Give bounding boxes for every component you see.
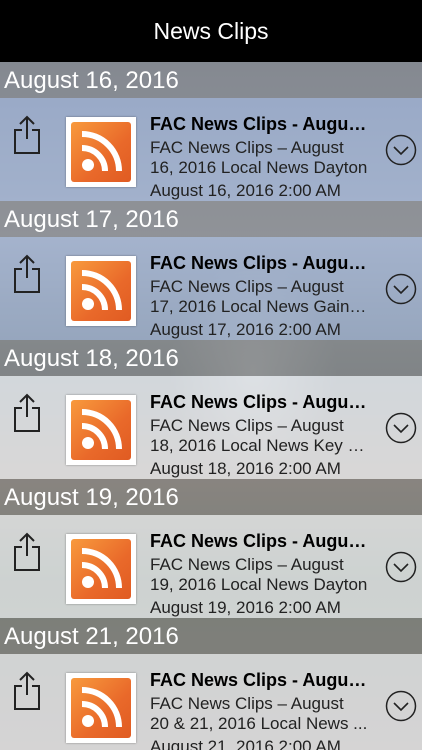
news-clip-item[interactable]: FAC News Clips - August 19, 2016 FAC New… bbox=[0, 515, 422, 618]
clip-title: FAC News Clips - August 17, 2016 bbox=[150, 253, 372, 273]
clip-title: FAC News Clips - August 16, 2016 bbox=[150, 114, 372, 134]
clip-description-line: 16, 2016 Local News Dayton bbox=[150, 158, 368, 177]
news-clip-item[interactable]: FAC News Clips - August 20 & 21, 2016 FA… bbox=[0, 654, 422, 750]
clip-date: August 19, 2016 2:00 AM bbox=[150, 598, 341, 617]
clip-description: FAC News Clips – August 18, 2016 Local N… bbox=[150, 416, 372, 456]
chevron-down-circle-icon[interactable] bbox=[385, 551, 417, 583]
section-date-header: August 18, 2016 bbox=[0, 340, 422, 376]
chevron-down-circle-icon[interactable] bbox=[385, 134, 417, 166]
clip-title: FAC News Clips - August 18, 2016 bbox=[150, 392, 372, 412]
share-icon[interactable] bbox=[12, 115, 42, 155]
section-date-header: August 19, 2016 bbox=[0, 479, 422, 515]
news-clip-item[interactable]: FAC News Clips - August 17, 2016 FAC New… bbox=[0, 237, 422, 340]
clip-date: August 17, 2016 2:00 AM bbox=[150, 320, 341, 339]
clip-description-line: FAC News Clips – August bbox=[150, 277, 344, 296]
clip-description-line: FAC News Clips – August bbox=[150, 138, 344, 157]
clip-description-line: 20 & 21, 2016 Local News ... bbox=[150, 714, 368, 733]
date-section: August 16, 2016 FAC News Clips - August … bbox=[0, 62, 422, 201]
clip-description: FAC News Clips – August 17, 2016 Local N… bbox=[150, 277, 372, 317]
clip-title: FAC News Clips - August 19, 2016 bbox=[150, 531, 372, 551]
rss-feed-icon[interactable] bbox=[66, 117, 136, 187]
section-date-header: August 17, 2016 bbox=[0, 201, 422, 237]
news-clip-item[interactable]: FAC News Clips - August 16, 2016 FAC New… bbox=[0, 98, 422, 201]
clip-description: FAC News Clips – August 16, 2016 Local N… bbox=[150, 138, 372, 178]
share-icon[interactable] bbox=[12, 254, 42, 294]
section-date-header: August 21, 2016 bbox=[0, 618, 422, 654]
share-icon[interactable] bbox=[12, 671, 42, 711]
date-section: August 21, 2016 FAC News Clips - August … bbox=[0, 618, 422, 750]
clip-description-line: FAC News Clips – August bbox=[150, 694, 344, 713]
clip-description: FAC News Clips – August 20 & 21, 2016 Lo… bbox=[150, 694, 372, 734]
news-clips-list[interactable]: August 16, 2016 FAC News Clips - August … bbox=[0, 62, 422, 750]
date-section: August 17, 2016 FAC News Clips - August … bbox=[0, 201, 422, 340]
page-title: News Clips bbox=[153, 17, 269, 44]
navigation-bar: News Clips bbox=[0, 0, 422, 62]
clip-description: FAC News Clips – August 19, 2016 Local N… bbox=[150, 555, 372, 595]
clip-date: August 21, 2016 2:00 AM bbox=[150, 737, 341, 750]
date-section: August 19, 2016 FAC News Clips - August … bbox=[0, 479, 422, 618]
clip-description-line: 19, 2016 Local News Dayton bbox=[150, 575, 368, 594]
date-section: August 18, 2016 FAC News Clips - August … bbox=[0, 340, 422, 479]
chevron-down-circle-icon[interactable] bbox=[385, 690, 417, 722]
chevron-down-circle-icon[interactable] bbox=[385, 412, 417, 444]
clip-description-line: 17, 2016 Local News Gainesville bbox=[150, 297, 372, 316]
rss-feed-icon[interactable] bbox=[66, 673, 136, 743]
section-date-header: August 16, 2016 bbox=[0, 62, 422, 98]
clip-date: August 18, 2016 2:00 AM bbox=[150, 459, 341, 478]
clip-date: August 16, 2016 2:00 AM bbox=[150, 181, 341, 200]
clip-description-line: 18, 2016 Local News Key West bbox=[150, 436, 372, 455]
news-clip-item[interactable]: FAC News Clips - August 18, 2016 FAC New… bbox=[0, 376, 422, 479]
clip-description-line: FAC News Clips – August bbox=[150, 416, 344, 435]
rss-feed-icon[interactable] bbox=[66, 395, 136, 465]
share-icon[interactable] bbox=[12, 393, 42, 433]
rss-feed-icon[interactable] bbox=[66, 534, 136, 604]
clip-title: FAC News Clips - August 20 & 21, 2016 bbox=[150, 670, 372, 690]
clip-description-line: FAC News Clips – August bbox=[150, 555, 344, 574]
rss-feed-icon[interactable] bbox=[66, 256, 136, 326]
chevron-down-circle-icon[interactable] bbox=[385, 273, 417, 305]
share-icon[interactable] bbox=[12, 532, 42, 572]
